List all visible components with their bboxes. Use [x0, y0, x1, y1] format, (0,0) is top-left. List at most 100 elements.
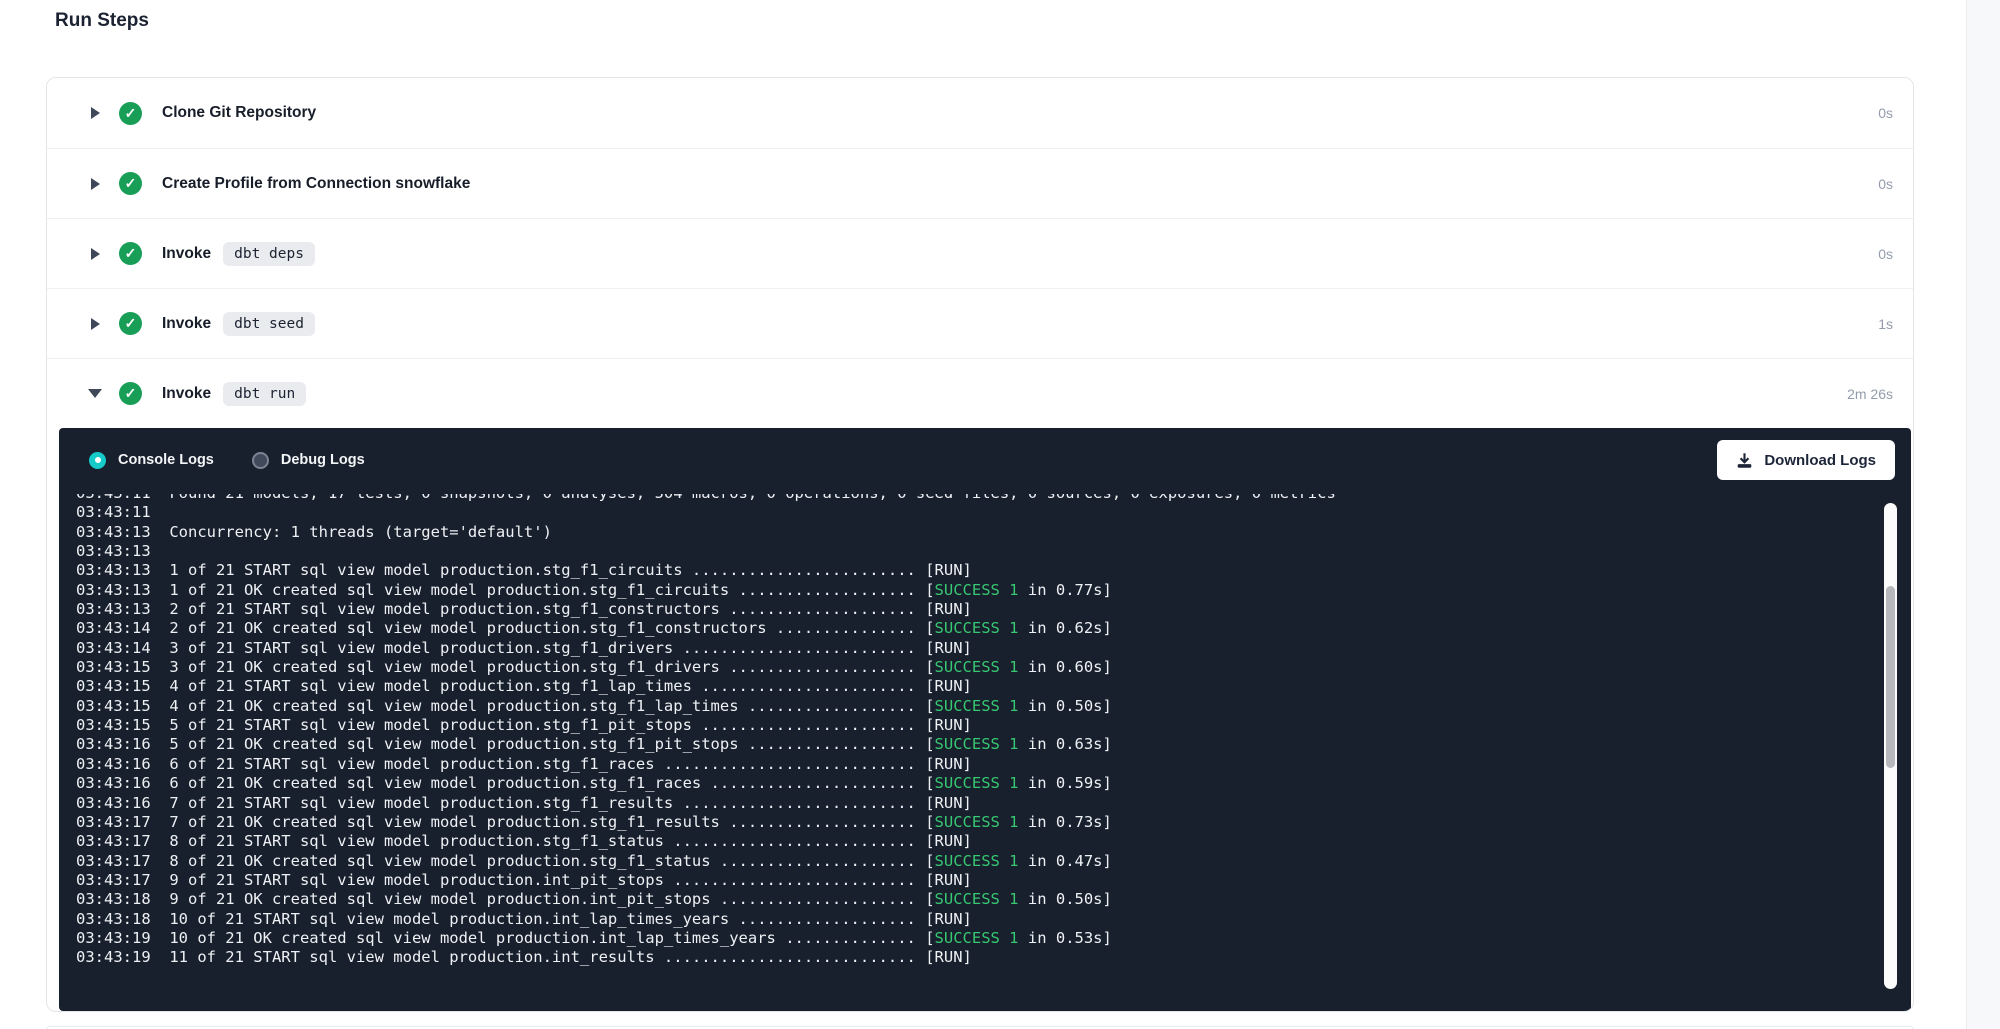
chevron-right-icon[interactable] [87, 318, 103, 330]
log-line: 03:43:14 3 of 21 START sql view model pr… [76, 639, 1911, 658]
log-line-text: 03:43:11 [76, 503, 169, 521]
log-line: 03:43:18 9 of 21 OK created sql view mod… [76, 890, 1911, 909]
download-logs-label: Download Logs [1764, 452, 1876, 469]
step-command-badge: dbt deps [223, 242, 315, 266]
chevron-right-icon[interactable] [87, 178, 103, 190]
log-line-text: 03:43:16 6 of 21 START sql view model pr… [76, 755, 972, 773]
step-duration: 0s [1878, 176, 1893, 192]
chevron-right-icon[interactable] [87, 107, 103, 119]
debug-logs-label[interactable]: Debug Logs [281, 452, 365, 468]
log-success-tag: SUCCESS 1 [935, 735, 1019, 753]
step-row[interactable]: ✓Invokedbt run2m 26s [47, 358, 1913, 428]
log-success-tag: SUCCESS 1 [935, 581, 1019, 599]
log-line: 03:43:11 Found 21 models, 17 tests, 0 sn… [76, 494, 1911, 503]
log-success-tag: SUCCESS 1 [935, 813, 1019, 831]
log-line-text: 03:43:17 9 of 21 START sql view model pr… [76, 871, 972, 889]
log-success-tag: SUCCESS 1 [935, 890, 1019, 908]
log-line-text: 03:43:15 3 of 21 OK created sql view mod… [76, 658, 935, 676]
log-line-text: 03:43:17 8 of 21 OK created sql view mod… [76, 852, 935, 870]
log-line: 03:43:13 Concurrency: 1 threads (target=… [76, 523, 1911, 542]
log-line-suffix: in 0.47s] [1019, 852, 1112, 870]
step-row[interactable]: ✓Invokedbt seed1s [47, 288, 1913, 358]
caret-right-shape [91, 248, 100, 260]
step-label: Clone Git Repository [162, 104, 316, 122]
log-line-text: 03:43:14 3 of 21 START sql view model pr… [76, 639, 972, 657]
log-line-text: 03:43:17 8 of 21 START sql view model pr… [76, 832, 972, 850]
success-check-icon: ✓ [119, 242, 142, 265]
log-scrollbar-track[interactable] [1884, 503, 1897, 989]
log-scrollbar-thumb[interactable] [1886, 586, 1895, 768]
step-label: Invoke [162, 385, 211, 403]
caret-right-shape [91, 178, 100, 190]
log-line: 03:43:15 4 of 21 START sql view model pr… [76, 677, 1911, 696]
run-steps-list: ✓Clone Git Repository0s✓Create Profile f… [47, 78, 1913, 428]
log-line: 03:43:16 6 of 21 OK created sql view mod… [76, 774, 1911, 793]
log-line-text: 03:43:11 Found 21 models, 17 tests, 0 sn… [76, 494, 1336, 502]
log-success-tag: SUCCESS 1 [935, 774, 1019, 792]
log-line: 03:43:17 7 of 21 OK created sql view mod… [76, 813, 1911, 832]
log-line-suffix: in 0.73s] [1019, 813, 1112, 831]
log-line: 03:43:18 10 of 21 START sql view model p… [76, 910, 1911, 929]
log-line-text: 03:43:14 2 of 21 OK created sql view mod… [76, 619, 935, 637]
log-line-text: 03:43:15 4 of 21 OK created sql view mod… [76, 697, 935, 715]
log-line-text: 03:43:15 5 of 21 START sql view model pr… [76, 716, 972, 734]
caret-right-shape [91, 107, 100, 119]
log-line: 03:43:16 7 of 21 START sql view model pr… [76, 794, 1911, 813]
log-line: 03:43:13 1 of 21 OK created sql view mod… [76, 581, 1911, 600]
log-line-suffix: in 0.62s] [1019, 619, 1112, 637]
success-check-icon: ✓ [119, 312, 142, 335]
step-row[interactable]: ✓Invokedbt deps0s [47, 218, 1913, 288]
log-line-text: 03:43:13 1 of 21 OK created sql view mod… [76, 581, 935, 599]
log-line: 03:43:17 8 of 21 OK created sql view mod… [76, 852, 1911, 871]
log-line-suffix: in 0.60s] [1019, 658, 1112, 676]
log-line-text: 03:43:18 10 of 21 START sql view model p… [76, 910, 972, 928]
log-line-text: 03:43:16 7 of 21 START sql view model pr… [76, 794, 972, 812]
log-line-suffix: in 0.77s] [1019, 581, 1112, 599]
step-duration: 0s [1878, 246, 1893, 262]
success-check-icon: ✓ [119, 102, 142, 125]
step-label: Create Profile from Connection snowflake [162, 175, 470, 193]
log-line-suffix: in 0.63s] [1019, 735, 1112, 753]
log-success-tag: SUCCESS 1 [935, 697, 1019, 715]
page-right-gutter [1966, 0, 2000, 1029]
console-log-panel: Console Logs Debug Logs Download Logs 03 [59, 428, 1911, 1011]
log-line: 03:43:11 [76, 503, 1911, 522]
console-logs-label[interactable]: Console Logs [118, 452, 214, 468]
log-line: 03:43:13 2 of 21 START sql view model pr… [76, 600, 1911, 619]
step-label: Invoke [162, 315, 211, 333]
log-success-tag: SUCCESS 1 [935, 929, 1019, 947]
radio-selected-icon[interactable] [89, 452, 106, 469]
log-line: 03:43:16 6 of 21 START sql view model pr… [76, 755, 1911, 774]
console-log-viewport: 03:43:11 Found 21 models, 17 tests, 0 sn… [59, 494, 1911, 1011]
log-line: 03:43:15 3 of 21 OK created sql view mod… [76, 658, 1911, 677]
log-line-text: 03:43:19 11 of 21 START sql view model p… [76, 948, 972, 966]
log-line-text: 03:43:16 6 of 21 OK created sql view mod… [76, 774, 935, 792]
download-logs-button[interactable]: Download Logs [1717, 440, 1895, 480]
log-line-text: 03:43:15 4 of 21 START sql view model pr… [76, 677, 972, 695]
log-line-text: 03:43:13 1 of 21 START sql view model pr… [76, 561, 972, 579]
chevron-down-icon[interactable] [87, 389, 103, 398]
step-row[interactable]: ✓Create Profile from Connection snowflak… [47, 148, 1913, 218]
log-success-tag: SUCCESS 1 [935, 852, 1019, 870]
log-success-tag: SUCCESS 1 [935, 658, 1019, 676]
step-row[interactable]: ✓Clone Git Repository0s [47, 78, 1913, 148]
log-line: 03:43:17 8 of 21 START sql view model pr… [76, 832, 1911, 851]
log-line-text: 03:43:17 7 of 21 OK created sql view mod… [76, 813, 935, 831]
console-logs-radio[interactable]: Console Logs [89, 452, 214, 469]
log-line-text: 03:43:16 5 of 21 OK created sql view mod… [76, 735, 935, 753]
log-panel-header: Console Logs Debug Logs Download Logs [59, 428, 1911, 492]
chevron-right-icon[interactable] [87, 248, 103, 260]
caret-down-shape [88, 389, 102, 398]
radio-unselected-icon[interactable] [252, 452, 269, 469]
log-line: 03:43:19 11 of 21 START sql view model p… [76, 948, 1911, 967]
log-line: 03:43:15 4 of 21 OK created sql view mod… [76, 697, 1911, 716]
log-success-tag: SUCCESS 1 [935, 619, 1019, 637]
log-line: 03:43:19 10 of 21 OK created sql view mo… [76, 929, 1911, 948]
debug-logs-radio[interactable]: Debug Logs [252, 452, 365, 469]
success-check-icon: ✓ [119, 382, 142, 405]
log-line-suffix: in 0.50s] [1019, 697, 1112, 715]
log-line-suffix: in 0.53s] [1019, 929, 1112, 947]
run-steps-card: ✓Clone Git Repository0s✓Create Profile f… [46, 77, 1914, 1012]
log-line: 03:43:17 9 of 21 START sql view model pr… [76, 871, 1911, 890]
log-line-text: 03:43:13 Concurrency: 1 threads (target=… [76, 523, 552, 541]
